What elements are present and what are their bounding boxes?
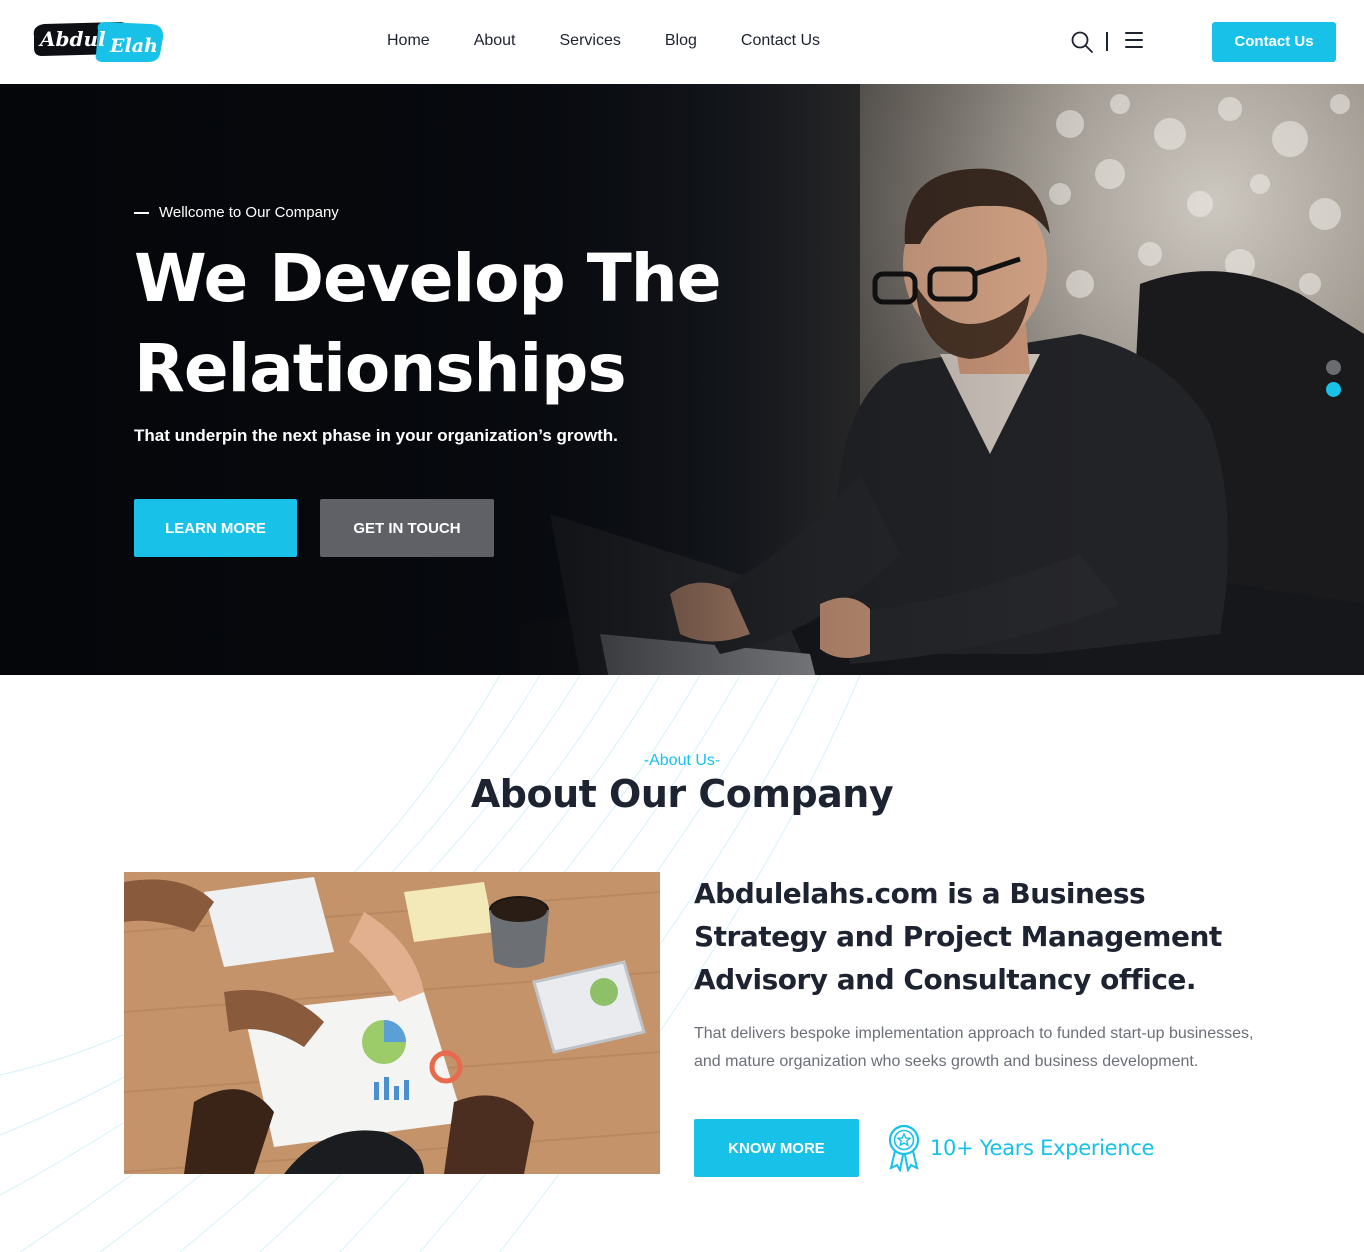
- award-ribbon-icon: [888, 1124, 920, 1172]
- hamburger-menu-icon[interactable]: [1125, 32, 1143, 48]
- hero-eyebrow-text: Wellcome to Our Company: [159, 204, 339, 221]
- slider-pagination: [1326, 360, 1341, 404]
- header-contact-button[interactable]: Contact Us: [1212, 22, 1336, 62]
- hero-subtitle: That underpin the next phase in your org…: [134, 426, 618, 445]
- know-more-button[interactable]: KNOW MORE: [694, 1119, 859, 1177]
- slider-dot-1[interactable]: [1326, 360, 1341, 375]
- slider-dot-2[interactable]: [1326, 382, 1341, 397]
- brand-logo[interactable]: Abdul Elah: [30, 18, 166, 66]
- learn-more-button[interactable]: LEARN MORE: [134, 499, 297, 557]
- hero-title-line-2: Relationships: [134, 330, 627, 407]
- hero-title: We Develop The Relationships: [134, 234, 734, 414]
- nav-contact[interactable]: Contact Us: [741, 31, 820, 51]
- site-header: Abdul Elah Home About Services Blog Cont…: [0, 0, 1364, 84]
- logo-text-abdul: Abdul: [38, 27, 106, 51]
- experience-text: 10+ Years Experience: [930, 1136, 1155, 1160]
- hero-title-line-1: We Develop The: [134, 240, 721, 317]
- header-divider: [1106, 32, 1108, 51]
- about-eyebrow: -About Us-: [643, 752, 721, 769]
- nav-services[interactable]: Services: [560, 31, 621, 51]
- nav-home[interactable]: Home: [387, 31, 430, 51]
- get-in-touch-button[interactable]: GET IN TOUCH: [320, 499, 494, 557]
- about-title: About Our Company: [470, 772, 894, 816]
- about-description: That delivers bespoke implementation app…: [694, 1025, 1254, 1070]
- about-team-photo: [124, 872, 660, 1174]
- about-heading: Abdulelahs.com is a Business Strategy an…: [694, 877, 1222, 996]
- nav-blog[interactable]: Blog: [665, 31, 697, 51]
- main-nav: Home About Services Blog Contact Us: [387, 31, 820, 51]
- eyebrow-dash: [134, 211, 149, 214]
- hero-eyebrow: Wellcome to Our Company: [134, 204, 339, 221]
- hero-slider: Wellcome to Our Company We Develop The R…: [0, 84, 1364, 675]
- nav-about[interactable]: About: [474, 31, 516, 51]
- search-icon[interactable]: [1070, 30, 1094, 54]
- team-meeting-illustration: [124, 872, 660, 1174]
- logo-text-elah: Elah: [109, 35, 158, 57]
- experience-badge: 10+ Years Experience: [886, 1124, 1154, 1172]
